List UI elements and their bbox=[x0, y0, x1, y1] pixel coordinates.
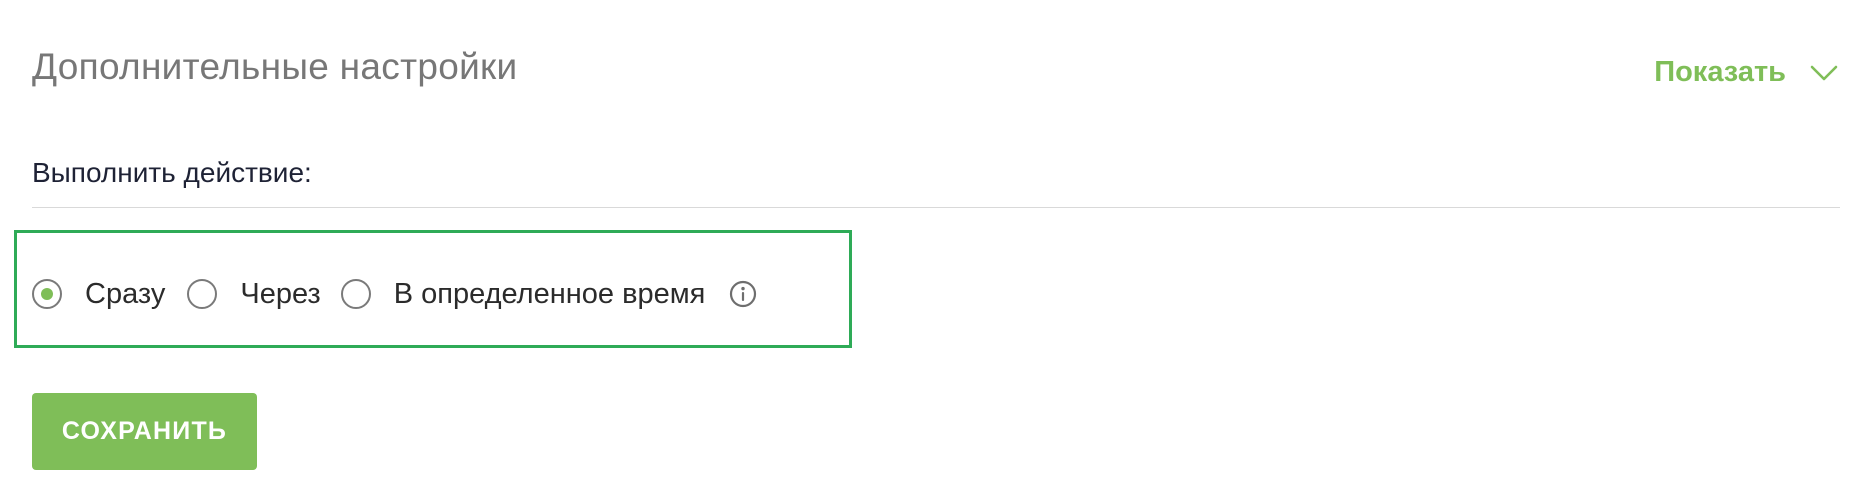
radio-label-immediately[interactable]: Сразу bbox=[85, 278, 165, 311]
radio-option-after-delay[interactable]: Через bbox=[187, 278, 340, 311]
divider bbox=[32, 207, 1840, 208]
radio-button-at-specific-time[interactable] bbox=[340, 279, 371, 309]
timing-radio-group: Сразу Через В определенное время bbox=[32, 276, 757, 312]
chevron-down-icon[interactable] bbox=[1810, 64, 1838, 82]
save-button[interactable]: СОХРАНИТЬ bbox=[32, 393, 257, 470]
advanced-settings-header: Дополнительные настройки Показать bbox=[32, 44, 1838, 100]
show-toggle-label[interactable]: Показать bbox=[1654, 56, 1786, 89]
radio-button-after-delay[interactable] bbox=[187, 279, 218, 309]
show-toggle[interactable]: Показать bbox=[1654, 56, 1838, 89]
radio-label-after-delay[interactable]: Через bbox=[240, 278, 320, 311]
radio-option-at-specific-time[interactable]: В определенное время bbox=[340, 278, 730, 311]
radio-label-at-specific-time[interactable]: В определенное время bbox=[394, 278, 706, 311]
info-icon[interactable] bbox=[729, 280, 757, 308]
perform-action-label: Выполнить действие: bbox=[32, 157, 312, 188]
section-title: Дополнительные настройки bbox=[32, 46, 518, 87]
radio-button-immediately[interactable] bbox=[32, 279, 62, 309]
radio-option-immediately[interactable]: Сразу bbox=[32, 278, 187, 311]
